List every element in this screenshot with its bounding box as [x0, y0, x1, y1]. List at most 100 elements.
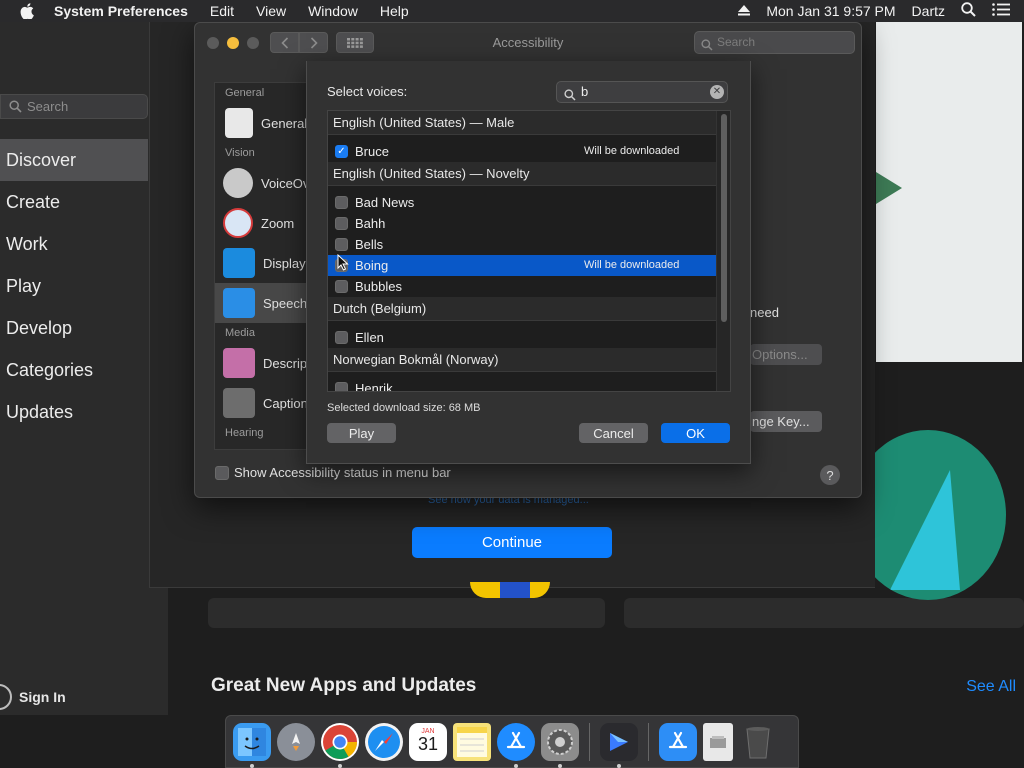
user-name[interactable]: Dartz	[912, 3, 945, 19]
voice-row-boing[interactable]: Boing Will be downloaded	[328, 255, 716, 276]
eject-icon[interactable]	[738, 3, 751, 19]
nav-play[interactable]: Play	[0, 265, 168, 307]
section-header-general: General	[225, 87, 265, 99]
video-app-icon[interactable]	[600, 722, 638, 768]
sidebar-item-display[interactable]: Display	[215, 243, 308, 283]
section-header-vision: Vision	[225, 147, 255, 159]
voice-name: Ellen	[355, 330, 384, 345]
voice-checkbox[interactable]	[335, 280, 348, 293]
nav-develop[interactable]: Develop	[0, 307, 168, 349]
menu-view[interactable]: View	[256, 3, 286, 19]
mouse-pointer-icon	[337, 253, 349, 274]
nav-categories[interactable]: Categories	[0, 349, 168, 391]
status-menu-checkbox-label: Show Accessibility status in menu bar	[234, 465, 451, 480]
preferences-search-placeholder: Search	[717, 35, 756, 49]
sidebar-item-label: Captions	[263, 395, 308, 411]
sidebar-item-general[interactable]: General	[215, 103, 308, 143]
safari-icon[interactable]	[365, 722, 403, 761]
trash-icon[interactable]	[739, 723, 777, 761]
accessibility-category-list: General General Vision VoiceOver Zoom Di…	[214, 82, 309, 450]
voice-row-ellen[interactable]: Ellen	[328, 327, 716, 348]
voice-checkbox[interactable]	[335, 331, 348, 344]
nav-create[interactable]: Create	[0, 181, 168, 223]
switch-icon	[225, 108, 253, 138]
sidebar-item-zoom[interactable]: Zoom	[215, 203, 308, 243]
welcome-artwork	[470, 582, 550, 598]
voice-search-field[interactable]: b ✕	[556, 81, 728, 103]
sidebar-item-label: Zoom	[261, 215, 295, 231]
voice-group-header: English (United States) — Novelty	[328, 162, 730, 186]
ok-button[interactable]: OK	[661, 423, 730, 443]
chrome-icon[interactable]	[321, 722, 359, 768]
voice-row-henrik[interactable]: Henrik	[328, 378, 716, 392]
voice-row-bad-news[interactable]: Bad News	[328, 192, 716, 213]
voice-row-bruce[interactable]: ✓ Bruce Will be downloaded	[328, 141, 716, 162]
store-nav: Discover Create Work Play Develop Catego…	[0, 139, 168, 433]
options-button[interactable]: Options...	[750, 344, 822, 365]
notes-icon[interactable]	[453, 722, 491, 761]
calendar-icon[interactable]: JAN 31	[409, 722, 447, 761]
menu-window[interactable]: Window	[308, 3, 358, 19]
descriptions-icon	[223, 348, 255, 378]
sign-in-button[interactable]: Sign In	[0, 684, 66, 710]
status-menu-checkbox[interactable]	[215, 465, 229, 480]
captions-icon	[223, 388, 255, 418]
nav-work[interactable]: Work	[0, 223, 168, 265]
sidebar-item-voiceover[interactable]: VoiceOver	[215, 163, 308, 203]
voice-checkbox[interactable]	[335, 217, 348, 230]
voice-row-bubbles[interactable]: Bubbles	[328, 276, 716, 297]
finder-icon[interactable]	[233, 722, 271, 768]
title-bar[interactable]: Accessibility Search	[195, 23, 861, 61]
menu-help[interactable]: Help	[380, 3, 409, 19]
sidebar-item-descriptions[interactable]: Descriptions	[215, 343, 308, 383]
menu-edit[interactable]: Edit	[210, 3, 234, 19]
voice-group-header: Norwegian Bokmål (Norway)	[328, 348, 730, 372]
voice-name: Boing	[355, 258, 389, 273]
spotlight-search-icon[interactable]	[961, 2, 976, 20]
voice-name: Henrik	[355, 381, 393, 392]
calendar-day: 31	[417, 734, 439, 754]
featured-card-right[interactable]	[624, 598, 1024, 628]
voice-checkbox[interactable]	[335, 382, 348, 391]
scrollbar-track[interactable]	[716, 111, 730, 391]
voice-checkbox[interactable]	[335, 238, 348, 251]
clock-text[interactable]: Mon Jan 31 9:57 PM	[766, 3, 895, 19]
app-store-icon[interactable]	[497, 722, 535, 768]
search-icon	[564, 87, 576, 107]
voice-name: Bruce	[355, 144, 389, 159]
select-voices-label: Select voices:	[327, 84, 408, 99]
preferences-search-field[interactable]: Search	[694, 31, 855, 54]
voice-checkbox[interactable]	[335, 196, 348, 209]
voice-checkbox[interactable]: ✓	[335, 145, 348, 158]
scrollbar-thumb[interactable]	[721, 114, 727, 322]
voiceover-icon	[223, 168, 253, 198]
voice-name: Bahh	[355, 216, 386, 231]
nav-updates[interactable]: Updates	[0, 391, 168, 433]
voice-group-header: Dutch (Belgium)	[328, 297, 730, 321]
launchpad-icon[interactable]	[277, 722, 315, 761]
document-icon[interactable]	[703, 722, 733, 761]
store-search-placeholder: Search	[27, 99, 69, 114]
change-key-button[interactable]: nge Key...	[750, 411, 822, 432]
voice-row-bahh[interactable]: Bahh	[328, 213, 716, 234]
play-button[interactable]: Play	[327, 423, 396, 443]
featured-card-left[interactable]	[208, 598, 605, 628]
clear-search-icon[interactable]: ✕	[710, 85, 724, 99]
search-icon	[701, 37, 713, 58]
apple-menu-icon[interactable]	[20, 3, 36, 19]
sidebar-item-speech[interactable]: Speech	[215, 283, 308, 323]
download-status: Will be downloaded	[584, 145, 680, 157]
notification-center-icon[interactable]	[992, 3, 1010, 19]
voice-row-bells[interactable]: Bells	[328, 234, 716, 255]
help-button[interactable]: ?	[820, 465, 840, 485]
app-name-menu[interactable]: System Preferences	[54, 3, 188, 19]
see-all-link[interactable]: See All	[966, 678, 1016, 696]
cancel-button[interactable]: Cancel	[579, 423, 648, 443]
system-preferences-icon[interactable]	[541, 722, 579, 768]
continue-button[interactable]: Continue	[412, 527, 612, 558]
nav-discover[interactable]: Discover	[0, 139, 148, 181]
store-search-field[interactable]: Search	[0, 94, 148, 119]
status-menu-checkbox-row[interactable]: Show Accessibility status in menu bar	[215, 465, 451, 480]
sidebar-item-captions[interactable]: Captions	[215, 383, 308, 423]
app-store-folder-icon[interactable]	[659, 722, 697, 761]
